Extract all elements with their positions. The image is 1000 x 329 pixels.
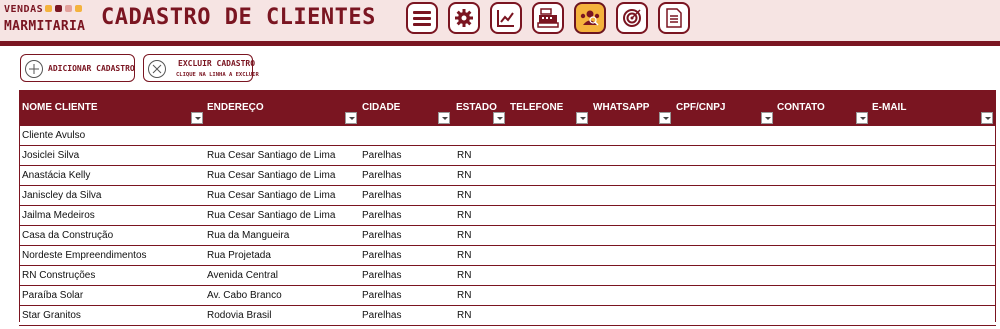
cell-name: RN Construções	[22, 270, 96, 281]
table-row[interactable]: Paraíba Solar Av. Cabo Branco Parelhas R…	[19, 286, 996, 306]
logo-line-1: VENDAS	[4, 4, 44, 15]
table-row[interactable]: Jailma Medeiros Rua Cesar Santiago de Li…	[19, 206, 996, 226]
cell-address: Rua Projetada	[207, 250, 271, 261]
page-title: CADASTRO DE CLIENTES	[101, 5, 376, 30]
cell-name: Cliente Avulso	[22, 130, 86, 141]
goals-button[interactable]	[616, 2, 648, 34]
cell-name: Casa da Construção	[22, 230, 114, 241]
column-header-phone: TELEFONE	[507, 90, 590, 126]
clients-button[interactable]	[574, 2, 606, 34]
column-header-state: ESTADO	[453, 90, 507, 126]
logo-line-2: MARMITARIA	[4, 19, 86, 34]
cell-state: RN	[457, 230, 472, 241]
chart-icon	[497, 10, 514, 27]
table-row[interactable]: Anastácia Kelly Rua Cesar Santiago de Li…	[19, 166, 996, 186]
cell-name: Star Granitos	[22, 310, 81, 321]
table-row[interactable]: Janiscley da Silva Rua Cesar Santiago de…	[19, 186, 996, 206]
cell-city: Parelhas	[362, 150, 402, 161]
cell-city: Parelhas	[362, 310, 402, 321]
clients-table: NOME CLIENTE ENDEREÇO CIDADE ESTADO TELE…	[19, 90, 996, 326]
column-header-city: CIDADE	[359, 90, 453, 126]
table-row[interactable]: Casa da Construção Rua da Mangueira Pare…	[19, 226, 996, 246]
filter-dropdown-email[interactable]	[981, 112, 993, 124]
cell-name: Nordeste Empreendimentos	[22, 250, 147, 261]
cell-city: Parelhas	[362, 170, 402, 181]
logo-food-icons	[45, 5, 82, 12]
cell-state: RN	[457, 270, 472, 281]
cell-name: Anastácia Kelly	[22, 170, 91, 181]
target-icon	[623, 9, 641, 27]
add-client-label: ADICIONAR CADASTRO	[48, 64, 135, 73]
column-header-document: CPF/CNPJ	[673, 90, 775, 126]
menu-button[interactable]	[406, 2, 438, 34]
filter-dropdown-state[interactable]	[493, 112, 505, 124]
column-header-address: ENDEREÇO	[204, 90, 360, 126]
table-row[interactable]: Cliente Avulso	[19, 126, 996, 146]
cell-address: Rua Cesar Santiago de Lima	[207, 190, 336, 201]
filter-dropdown-phone[interactable]	[576, 112, 588, 124]
filter-dropdown-city[interactable]	[438, 112, 450, 124]
cell-name: Josiclei Silva	[22, 150, 80, 161]
settings-button[interactable]	[448, 2, 480, 34]
cell-state: RN	[457, 250, 472, 261]
table-header: NOME CLIENTE ENDEREÇO CIDADE ESTADO TELE…	[19, 90, 996, 126]
cell-city: Parelhas	[362, 230, 402, 241]
cell-state: RN	[457, 190, 472, 201]
filter-dropdown-contact[interactable]	[856, 112, 868, 124]
delete-client-button[interactable]: EXCLUIR CADASTRO CLIQUE NA LINHA A EXCLU…	[143, 54, 259, 82]
close-icon	[148, 60, 166, 78]
table-row[interactable]: RN Construções Avenida Central Parelhas …	[19, 266, 996, 286]
add-client-button[interactable]: ADICIONAR CADASTRO	[20, 54, 135, 82]
delete-client-hint: CLIQUE NA LINHA A EXCLUIR	[176, 72, 259, 78]
cell-address: Rua Cesar Santiago de Lima	[207, 150, 336, 161]
cell-state: RN	[457, 290, 472, 301]
cash-register-icon	[537, 8, 559, 28]
table-row[interactable]: Josiclei Silva Rua Cesar Santiago de Lim…	[19, 146, 996, 166]
cell-address: Rua Cesar Santiago de Lima	[207, 210, 336, 221]
document-icon	[666, 8, 682, 28]
app-logo: VENDAS MARMITARIA	[4, 3, 90, 37]
reports-button[interactable]	[490, 2, 522, 34]
cell-name: Janiscley da Silva	[22, 190, 102, 201]
cell-name: Paraíba Solar	[22, 290, 84, 301]
cell-city: Parelhas	[362, 290, 402, 301]
cell-name: Jailma Medeiros	[22, 210, 95, 221]
documents-button[interactable]	[658, 2, 690, 34]
cell-address: Avenida Central	[207, 270, 278, 281]
plus-icon	[25, 60, 43, 78]
filter-dropdown-address[interactable]	[345, 112, 357, 124]
column-header-name: NOME CLIENTE	[19, 90, 206, 126]
cell-city: Parelhas	[362, 250, 402, 261]
cell-state: RN	[457, 210, 472, 221]
cell-address: Rua Cesar Santiago de Lima	[207, 170, 336, 181]
cell-state: RN	[457, 150, 472, 161]
column-header-email: E-MAIL	[869, 90, 996, 126]
column-header-contact: CONTATO	[774, 90, 870, 126]
clients-icon	[580, 10, 600, 26]
cell-state: RN	[457, 310, 472, 321]
filter-dropdown-document[interactable]	[761, 112, 773, 124]
cell-address: Av. Cabo Branco	[207, 290, 282, 301]
cell-city: Parelhas	[362, 210, 402, 221]
column-header-whatsapp: WHATSAPP	[590, 90, 673, 126]
gear-icon	[455, 9, 473, 27]
cell-address: Rodovia Brasil	[207, 310, 272, 321]
header-divider	[0, 41, 1000, 46]
cell-state: RN	[457, 170, 472, 181]
cell-address: Rua da Mangueira	[207, 230, 290, 241]
menu-icon	[413, 11, 431, 26]
filter-dropdown-name[interactable]	[191, 112, 203, 124]
sales-button[interactable]	[532, 2, 564, 34]
table-row[interactable]: Nordeste Empreendimentos Rua Projetada P…	[19, 246, 996, 266]
filter-dropdown-whatsapp[interactable]	[659, 112, 671, 124]
table-row[interactable]: Star Granitos Rodovia Brasil Parelhas RN	[19, 306, 996, 326]
cell-city: Parelhas	[362, 270, 402, 281]
cell-city: Parelhas	[362, 190, 402, 201]
delete-client-label: EXCLUIR CADASTRO	[178, 59, 256, 68]
